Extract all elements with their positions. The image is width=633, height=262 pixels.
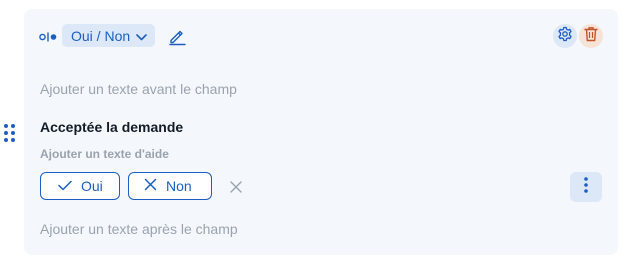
option-non-button[interactable]: Non <box>128 172 212 200</box>
text-before-field-input[interactable]: Ajouter un texte avant le champ <box>40 81 237 97</box>
check-icon <box>58 178 72 194</box>
toggle-choice-icon <box>39 30 57 42</box>
close-icon[interactable] <box>229 180 243 194</box>
option-non-label: Non <box>166 178 192 194</box>
x-icon <box>144 178 157 194</box>
field-label[interactable]: Acceptée la demande <box>40 119 183 135</box>
delete-button[interactable] <box>579 24 603 48</box>
settings-button[interactable] <box>553 24 577 48</box>
form-field-editor: Oui / Non Ajouter un texte avant le cham… <box>0 0 633 262</box>
field-type-select[interactable]: Oui / Non <box>62 24 156 47</box>
option-oui-button[interactable]: Oui <box>40 172 120 200</box>
gear-icon <box>557 26 573 47</box>
field-type-value: Oui / Non <box>71 27 131 44</box>
text-after-field-input[interactable]: Ajouter un texte après le champ <box>40 221 238 237</box>
more-options-button[interactable] <box>570 172 602 202</box>
field-card: Oui / Non Ajouter un texte avant le cham… <box>24 9 618 255</box>
option-oui-label: Oui <box>81 178 103 194</box>
more-vertical-icon <box>583 176 589 199</box>
trash-icon <box>584 26 598 47</box>
help-text-input[interactable]: Ajouter un texte d'aide <box>40 147 169 161</box>
pencil-icon[interactable] <box>167 26 187 46</box>
chevron-down-icon <box>136 28 147 44</box>
drag-handle-icon[interactable] <box>2 123 18 143</box>
